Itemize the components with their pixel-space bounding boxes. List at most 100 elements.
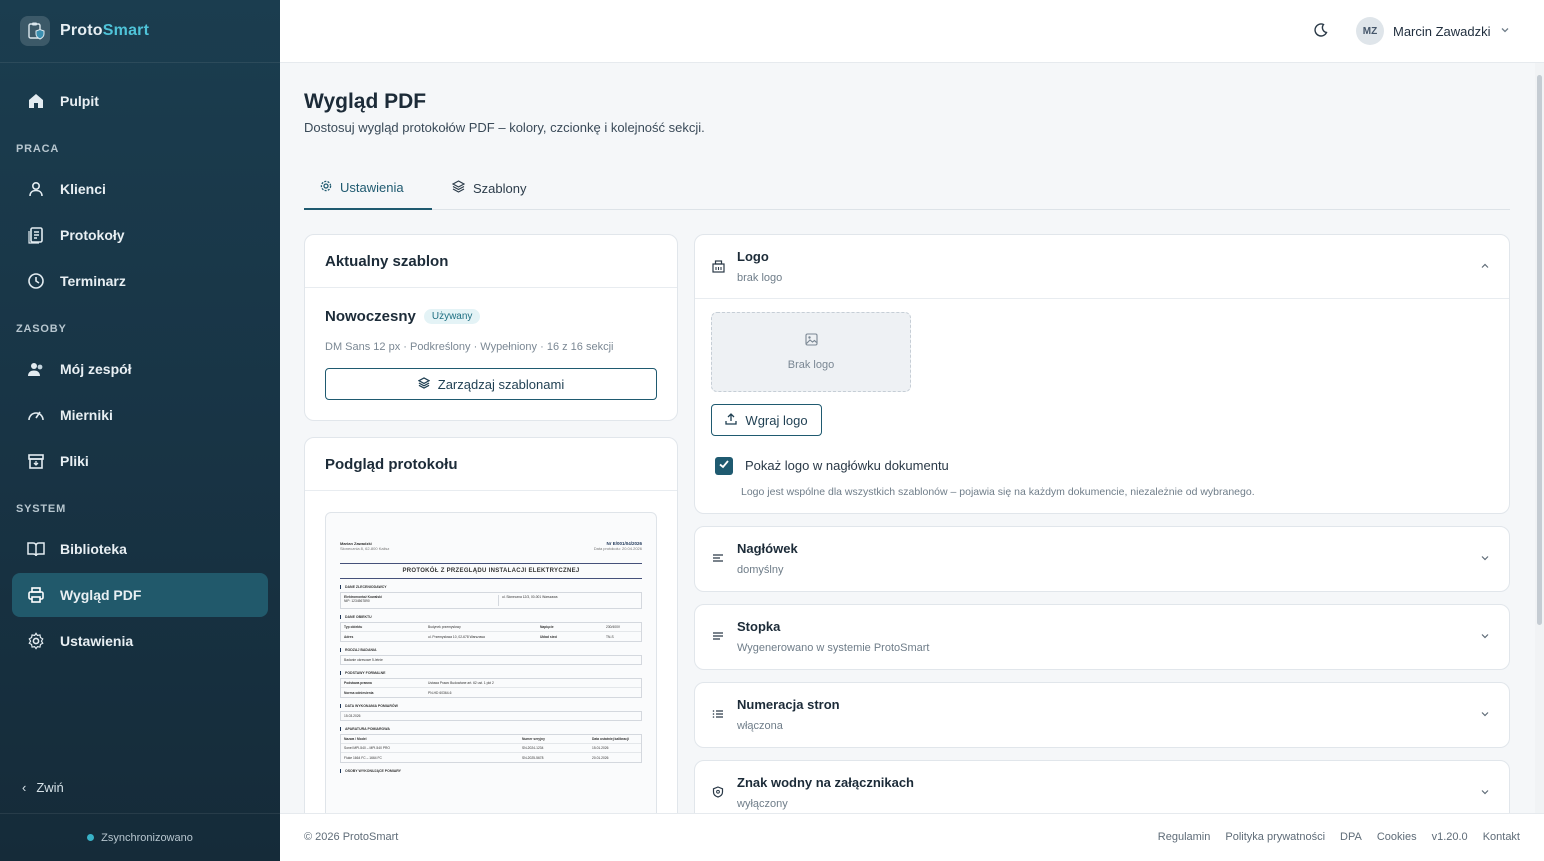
collapse-sidebar-button[interactable]: ‹ Zwiń [22, 780, 64, 795]
sidebar-item-terminarz[interactable]: Terminarz [12, 259, 268, 303]
footer-link-contact[interactable]: Kontakt [1483, 831, 1520, 843]
sidebar-item-mierniki[interactable]: Mierniki [12, 393, 268, 437]
doc-address: Słonecznia 8, 62-800 Kalisz [340, 546, 390, 551]
gear-icon [26, 631, 46, 651]
team-icon [26, 359, 46, 379]
doc-cell: Adres [344, 634, 354, 639]
sidebar-item-protokoly[interactable]: Protokoły [12, 213, 268, 257]
accordion-header[interactable]: Nagłówek domyślny [695, 527, 1509, 591]
sidebar-item-label: Ustawienia [60, 633, 134, 649]
sidebar-item-klienci[interactable]: Klienci [12, 167, 268, 211]
doc-section: APARATURA POMIAROWA [340, 727, 642, 731]
doc-box: Badanie okresowe 5-letnie [340, 655, 642, 665]
sidebar-item-moj-zespol[interactable]: Mój zespół [12, 347, 268, 391]
layers-icon [417, 376, 431, 392]
sidebar-item-label: Mój zespół [60, 361, 132, 377]
main-content: Wygląd PDF Dostosuj wygląd protokołów PD… [280, 63, 1535, 813]
doc-client-box: Elektromontaż Kowalski NIP: 1234567890 ul… [340, 592, 642, 609]
accordion-title: Logo [737, 249, 769, 264]
sidebar-item-label: Klienci [60, 181, 106, 197]
avatar: MZ [1356, 17, 1384, 45]
home-icon [26, 91, 46, 111]
sidebar-item-label: Pliki [60, 453, 89, 469]
doc-cell: PN-HD 60364-6 [428, 690, 452, 695]
page-title: Wygląd PDF [304, 90, 427, 113]
chevron-down-icon[interactable] [1479, 630, 1491, 642]
pdf-preview[interactable]: Marian Zawadzki Słonecznia 8, 62-800 Kali… [325, 512, 657, 813]
sync-dot-icon [87, 834, 95, 841]
footer: © 2026 ProtoSmart Regulamin Polityka pry… [280, 813, 1544, 861]
sidebar-item-label: Pulpit [60, 93, 99, 109]
doc-cell: Typ obiektu [344, 625, 363, 629]
align-left-icon [711, 551, 725, 565]
main-scrollbar[interactable] [1535, 63, 1544, 813]
doc-cell: SN-2025-5678 [522, 755, 544, 760]
logo-accordion-header[interactable]: Logo brak logo [695, 235, 1509, 299]
list-numbered-icon [711, 707, 725, 721]
watermark-accordion[interactable]: Znak wodny na załącznikach wyłączony [694, 760, 1510, 813]
theme-toggle-button[interactable] [1310, 21, 1332, 43]
accordion-header[interactable]: Znak wodny na załącznikach wyłączony [695, 761, 1509, 813]
building-icon [711, 259, 725, 273]
brand-name: ProtoSmart [60, 22, 150, 39]
footer-link-privacy[interactable]: Polityka prywatności [1225, 831, 1325, 843]
doc-cell: Nazwa / Model [344, 737, 367, 741]
doc-cell: Data ostatniej kalibracji [592, 737, 629, 741]
footer-link-regulamin[interactable]: Regulamin [1158, 831, 1211, 843]
chevron-down-icon[interactable] [1479, 786, 1491, 798]
footer-accordion[interactable]: Stopka Wygenerowano w systemie ProtoSmar… [694, 604, 1510, 670]
layers-icon [451, 180, 466, 196]
card-title: Aktualny szablon [305, 235, 677, 288]
show-logo-label[interactable]: Pokaż logo w nagłówku dokumentu [745, 458, 949, 473]
template-name: Nowoczesny Używany [325, 308, 481, 325]
doc-cell: TN-S [606, 634, 614, 639]
logo-dropzone[interactable]: Brak logo [711, 312, 911, 392]
doc-equipment-grid: Nazwa / Model Numer seryjny Data ostatniej… [340, 734, 642, 763]
brand[interactable]: ProtoSmart [0, 0, 280, 63]
status-badge: Używany [423, 309, 481, 324]
chevron-up-icon[interactable] [1479, 260, 1491, 272]
doc-cell: Ustawa Prawo Budowlane art. 62 ust. 1 pk… [428, 681, 494, 685]
sidebar-item-label: Terminarz [60, 273, 126, 289]
sync-label: Zsynchronizowano [101, 831, 193, 844]
accordion-header[interactable]: Numeracja stron włączona [695, 683, 1509, 747]
moon-icon [1314, 22, 1328, 42]
scrollbar-thumb[interactable] [1537, 75, 1542, 625]
sidebar-item-ustawienia[interactable]: Ustawienia [12, 619, 268, 663]
doc-date: Data protokołu: 20.04.2026 [593, 546, 642, 551]
accordion-header[interactable]: Stopka Wygenerowano w systemie ProtoSmar… [695, 605, 1509, 669]
page-numbering-accordion[interactable]: Numeracja stron włączona [694, 682, 1510, 748]
tab-szablony[interactable]: Szablony [436, 166, 542, 210]
upload-logo-button[interactable]: Wgraj logo [711, 404, 822, 436]
sidebar-item-pliki[interactable]: Pliki [12, 439, 268, 483]
align-left-icon [711, 629, 725, 643]
app-version: v1.20.0 [1431, 831, 1468, 843]
doc-header: Marian Zawadzki Słonecznia 8, 62-800 Kali… [340, 541, 642, 551]
tab-ustawienia[interactable]: Ustawienia [304, 166, 432, 210]
footer-link-dpa[interactable]: DPA [1340, 831, 1362, 843]
chevron-down-icon[interactable] [1479, 552, 1491, 564]
clock-icon [26, 271, 46, 291]
header-accordion[interactable]: Nagłówek domyślny [694, 526, 1510, 592]
sidebar-item-wyglad-pdf[interactable]: Wygląd PDF [12, 573, 268, 617]
preview-document: Marian Zawadzki Słonecznia 8, 62-800 Kali… [340, 541, 642, 773]
sidebar-item-label: Protokoły [60, 227, 125, 243]
chevron-down-icon[interactable] [1479, 708, 1491, 720]
sidebar-item-biblioteka[interactable]: Biblioteka [12, 527, 268, 571]
show-logo-checkbox[interactable] [715, 457, 733, 475]
doc-section: OSOBY WYKONUJĄCE POMIARY [340, 769, 642, 773]
sidebar: ProtoSmart Pulpit PRACA Klienci Protokoł… [0, 0, 280, 861]
sidebar-section-title: ZASOBY [16, 323, 67, 335]
doc-title: PROTOKÓŁ Z PRZEGLĄDU INSTALACJI ELEKTRYC… [340, 563, 642, 579]
tab-label: Szablony [473, 180, 527, 196]
user-menu[interactable]: MZ Marcin Zawadzki [1356, 17, 1510, 45]
footer-link-cookies[interactable]: Cookies [1377, 831, 1417, 843]
doc-cell: Podstawa prawna [344, 681, 372, 685]
doc-cell: Norma odniesienia [344, 690, 374, 695]
tabs: Ustawienia Szablony [304, 166, 1510, 210]
sidebar-nav: Pulpit PRACA Klienci Protokoły Terminarz… [0, 63, 280, 663]
manage-templates-button[interactable]: Zarządzaj szablonami [325, 368, 657, 400]
sidebar-item-pulpit[interactable]: Pulpit [12, 79, 268, 123]
template-name-text: Nowoczesny [325, 308, 416, 325]
doc-object-grid: Typ obiektu Budynek przemysłowy Napięcie 23… [340, 622, 642, 642]
